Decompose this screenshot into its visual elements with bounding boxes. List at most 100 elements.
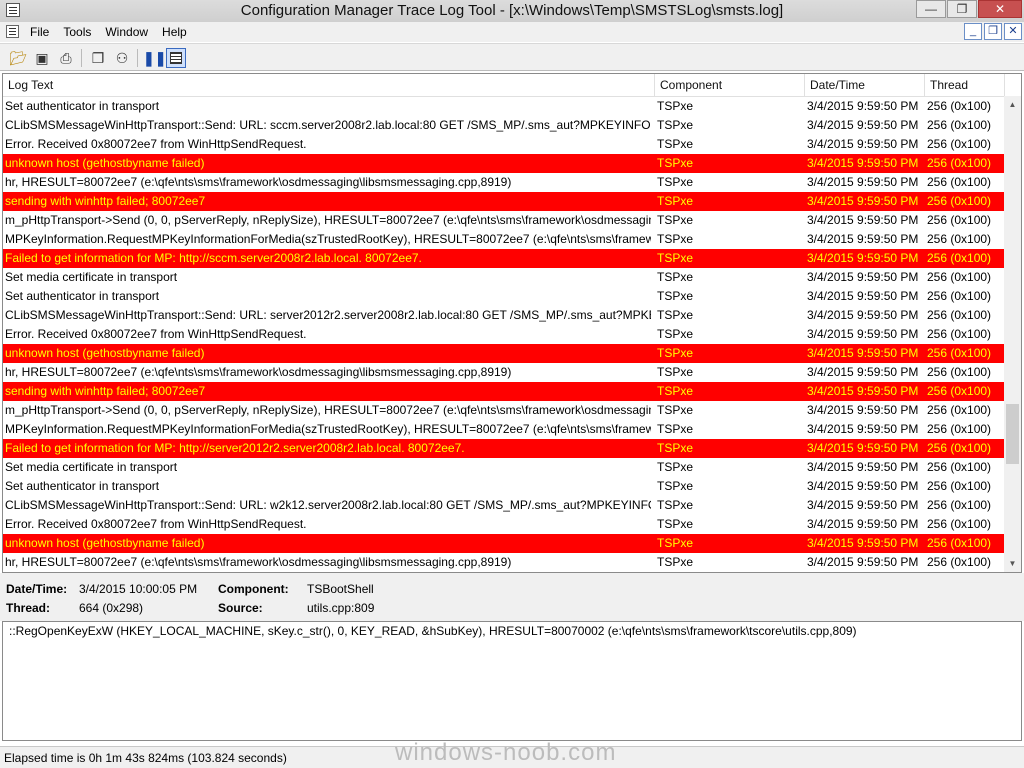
log-row[interactable]: MPKeyInformation.RequestMPKeyInformation… (3, 420, 1005, 439)
scroll-thumb[interactable] (1006, 404, 1019, 464)
thread-label: Thread: (6, 601, 51, 615)
log-row[interactable]: CLibSMSMessageWinHttpTransport::Send: UR… (3, 496, 1005, 515)
log-text-cell: Set authenticator in transport (5, 479, 160, 493)
datetime-cell: 3/4/2015 9:59:50 PM (807, 289, 919, 303)
message-pane[interactable]: ::RegOpenKeyExW (HKEY_LOCAL_MACHINE, sKe… (2, 621, 1022, 741)
thread-cell: 256 (0x100) (927, 118, 992, 132)
document-icon[interactable] (6, 25, 19, 38)
copy-icon[interactable]: ❐ (88, 48, 108, 68)
log-row[interactable]: Set media certificate in transport TSPxe 3… (3, 458, 1005, 477)
log-text-cell: Failed to get information for MP: http:/… (5, 251, 422, 265)
column-datetime[interactable]: Date/Time (805, 74, 925, 96)
component-cell: TSPxe (657, 555, 694, 569)
child-close-button[interactable]: ✕ (1004, 23, 1022, 40)
restore-button[interactable]: ❐ (947, 0, 977, 18)
log-text-cell: CLibSMSMessageWinHttpTransport::Send: UR… (5, 118, 651, 132)
source-value: utils.cpp:809 (307, 601, 375, 615)
menu-window[interactable]: Window (105, 25, 148, 39)
log-row[interactable]: hr, HRESULT=80072ee7 (e:\qfe\nts\sms\fra… (3, 173, 1005, 192)
datetime-cell: 3/4/2015 9:59:50 PM (807, 194, 919, 208)
title-bar: Configuration Manager Trace Log Tool - [… (0, 0, 1024, 22)
column-header: Log Text Component Date/Time Thread (3, 74, 1005, 97)
watermark: windows-noob.com (395, 739, 617, 766)
column-thread[interactable]: Thread (925, 74, 1005, 96)
component-cell: TSPxe (657, 289, 694, 303)
component-label: Component: (218, 582, 289, 596)
log-text-cell: Set media certificate in transport (5, 460, 178, 474)
log-row[interactable]: Set authenticator in transport TSPxe 3/4/2… (3, 477, 1005, 496)
log-row-error[interactable]: unknown host (gethostbyname failed) TSPxe… (3, 154, 1005, 173)
log-row[interactable]: CLibSMSMessageWinHttpTransport::Send: UR… (3, 306, 1005, 325)
child-restore-button[interactable]: ❐ (984, 23, 1002, 40)
log-row[interactable]: m_pHttpTransport->Send (0, 0, pServerRep… (3, 211, 1005, 230)
thread-cell: 256 (0x100) (927, 232, 992, 246)
log-row-error[interactable]: unknown host (gethostbyname failed) TSPxe… (3, 344, 1005, 363)
datetime-cell: 3/4/2015 9:59:50 PM (807, 137, 919, 151)
highlight-view-icon[interactable] (166, 48, 186, 68)
log-text-cell: hr, HRESULT=80072ee7 (e:\qfe\nts\sms\fra… (5, 365, 512, 379)
column-log-text[interactable]: Log Text (3, 74, 655, 96)
log-row[interactable]: MPKeyInformation.RequestMPKeyInformation… (3, 230, 1005, 249)
log-list[interactable]: Log Text Component Date/Time Thread Set … (2, 73, 1022, 573)
log-row[interactable]: hr, HRESULT=80072ee7 (e:\qfe\nts\sms\fra… (3, 363, 1005, 382)
datetime-label: Date/Time: (6, 582, 68, 596)
log-text-cell: hr, HRESULT=80072ee7 (e:\qfe\nts\sms\fra… (5, 175, 512, 189)
minimize-button[interactable]: — (916, 0, 946, 18)
open-folder-icon[interactable]: 📂︎ (8, 48, 28, 68)
print-icon[interactable]: ⎙ (56, 48, 76, 68)
save-icon[interactable]: ▣ (32, 48, 52, 68)
thread-cell: 256 (0x100) (927, 403, 992, 417)
thread-cell: 256 (0x100) (927, 536, 992, 550)
log-row-error[interactable]: Failed to get information for MP: http:/… (3, 249, 1005, 268)
log-row-error[interactable]: sending with winhttp failed; 80072ee7 TSP… (3, 382, 1005, 401)
thread-cell: 256 (0x100) (927, 517, 992, 531)
log-row[interactable]: Error. Received 0x80072ee7 from WinHttpS… (3, 135, 1005, 154)
thread-cell: 256 (0x100) (927, 441, 992, 455)
find-icon[interactable]: ⚇ (112, 48, 132, 68)
log-text-cell: Failed to get information for MP: http:/… (5, 441, 465, 455)
datetime-cell: 3/4/2015 9:59:50 PM (807, 441, 919, 455)
log-row[interactable]: Error. Received 0x80072ee7 from WinHttpS… (3, 325, 1005, 344)
thread-cell: 256 (0x100) (927, 346, 992, 360)
log-row[interactable]: Set authenticator in transport TSPxe 3/4/2… (3, 97, 1005, 116)
datetime-cell: 3/4/2015 9:59:50 PM (807, 308, 919, 322)
scroll-down-arrow-icon[interactable]: ▼ (1004, 555, 1021, 572)
thread-cell: 256 (0x100) (927, 479, 992, 493)
component-cell: TSPxe (657, 479, 694, 493)
toolbar: 📂︎ ▣ ⎙ ❐ ⚇ ❚❚ (0, 43, 1024, 71)
log-row-error[interactable]: unknown host (gethostbyname failed) TSPxe… (3, 534, 1005, 553)
datetime-cell: 3/4/2015 9:59:50 PM (807, 422, 919, 436)
child-minimize-button[interactable]: _ (964, 23, 982, 40)
source-label: Source: (218, 601, 263, 615)
thread-cell: 256 (0x100) (927, 99, 992, 113)
component-cell: TSPxe (657, 156, 694, 170)
component-value: TSBootShell (307, 582, 374, 596)
scroll-up-arrow-icon[interactable]: ▲ (1004, 96, 1021, 113)
thread-value: 664 (0x298) (79, 601, 144, 615)
pause-icon[interactable]: ❚❚ (143, 48, 166, 68)
log-row[interactable]: hr, HRESULT=80072ee7 (e:\qfe\nts\sms\fra… (3, 553, 1005, 572)
column-component[interactable]: Component (655, 74, 805, 96)
datetime-cell: 3/4/2015 9:59:50 PM (807, 498, 919, 512)
log-row[interactable]: CLibSMSMessageWinHttpTransport::Send: UR… (3, 116, 1005, 135)
log-text-cell: unknown host (gethostbyname failed) (5, 156, 205, 170)
status-text: Elapsed time is 0h 1m 43s 824ms (103.824… (4, 751, 287, 765)
component-cell: TSPxe (657, 517, 694, 531)
log-row[interactable]: m_pHttpTransport->Send (0, 0, pServerRep… (3, 401, 1005, 420)
log-row-error[interactable]: Failed to get information for MP: http:/… (3, 439, 1005, 458)
thread-cell: 256 (0x100) (927, 175, 992, 189)
log-row-error[interactable]: sending with winhttp failed; 80072ee7 TSP… (3, 192, 1005, 211)
log-row[interactable]: Error. Received 0x80072ee7 from WinHttpS… (3, 515, 1005, 534)
component-cell: TSPxe (657, 327, 694, 341)
menu-help[interactable]: Help (162, 25, 187, 39)
log-row[interactable]: Set media certificate in transport TSPxe 3… (3, 268, 1005, 287)
datetime-cell: 3/4/2015 9:59:50 PM (807, 384, 919, 398)
menu-file[interactable]: File (30, 25, 49, 39)
log-row[interactable]: Set authenticator in transport TSPxe 3/4/2… (3, 287, 1005, 306)
vertical-scrollbar[interactable]: ▲ ▼ (1004, 96, 1021, 572)
close-button[interactable]: ✕ (978, 0, 1022, 18)
component-cell: TSPxe (657, 270, 694, 284)
log-text-cell: Error. Received 0x80072ee7 from WinHttpS… (5, 137, 307, 151)
menu-tools[interactable]: Tools (63, 25, 91, 39)
component-cell: TSPxe (657, 232, 694, 246)
